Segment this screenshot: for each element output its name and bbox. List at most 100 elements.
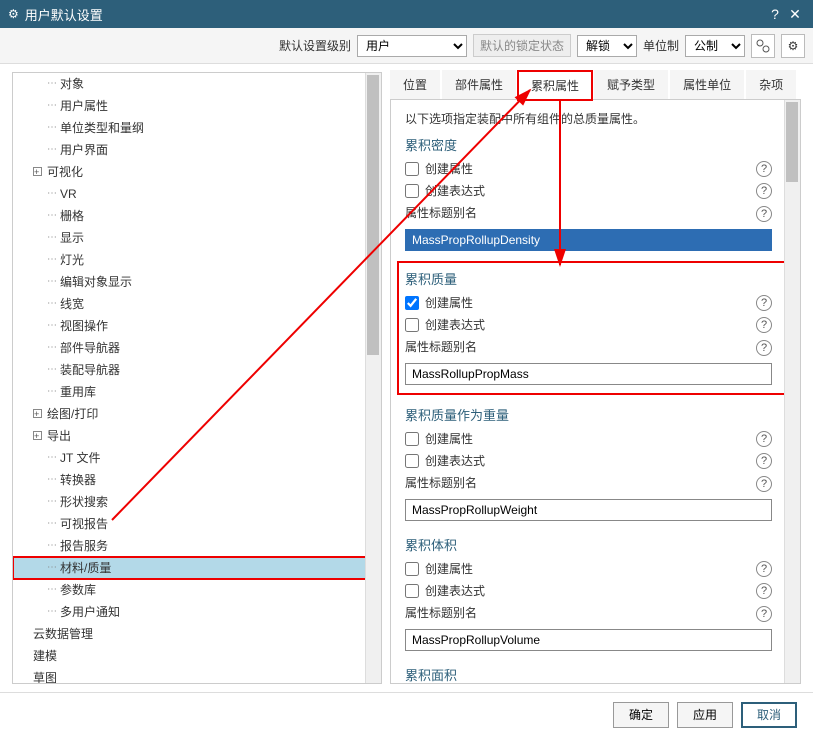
tree-item-label: 可视报告: [60, 515, 108, 533]
tab[interactable]: 累积属性: [518, 71, 592, 100]
alias-label: 属性标题别名: [405, 604, 756, 621]
find-icon[interactable]: [751, 34, 775, 58]
checkbox-create_attr[interactable]: 创建属性: [405, 560, 756, 577]
tree-item[interactable]: ⋯用户界面: [13, 139, 381, 161]
tree-item[interactable]: ⋯部件导航器: [13, 337, 381, 359]
help-icon[interactable]: ?: [756, 161, 772, 177]
unit-label: 单位制: [643, 37, 679, 54]
lock-select[interactable]: 解锁: [577, 35, 637, 57]
nav-tree[interactable]: ⋯对象⋯用户属性⋯单位类型和量纲⋯用户界面可视化⋯VR⋯栅格⋯显示⋯灯光⋯编辑对…: [12, 72, 382, 684]
help-icon[interactable]: ?: [756, 476, 772, 492]
apply-button[interactable]: 应用: [677, 702, 733, 728]
tree-item[interactable]: ⋯多用户通知: [13, 601, 381, 623]
tab[interactable]: 位置: [390, 70, 440, 99]
alias-input[interactable]: [405, 499, 772, 521]
tree-item[interactable]: 导出: [13, 425, 381, 447]
tree-item-label: 装配导航器: [60, 361, 120, 379]
tree-item-label: 用户界面: [60, 141, 108, 159]
tree-scrollbar[interactable]: [365, 73, 381, 683]
checkbox-input[interactable]: [405, 318, 419, 332]
tree-item-label: 参数库: [60, 581, 96, 599]
checkbox-input[interactable]: [405, 184, 419, 198]
tree-item[interactable]: ⋯用户属性: [13, 95, 381, 117]
cancel-button[interactable]: 取消: [741, 702, 797, 728]
help-icon[interactable]: ?: [756, 340, 772, 356]
tree-item-label: 对象: [60, 75, 84, 93]
tree-item[interactable]: ⋯材料/质量: [13, 557, 381, 579]
tree-item[interactable]: ⋯转换器: [13, 469, 381, 491]
help-icon[interactable]: ?: [756, 583, 772, 599]
checkbox-input[interactable]: [405, 432, 419, 446]
help-icon[interactable]: ?: [765, 6, 785, 22]
checkbox-create_expr[interactable]: 创建表达式: [405, 182, 756, 199]
checkbox-create_attr[interactable]: 创建属性: [405, 430, 756, 447]
checkbox-input[interactable]: [405, 296, 419, 310]
help-icon[interactable]: ?: [756, 206, 772, 222]
close-icon[interactable]: ✕: [785, 6, 805, 23]
tree-item-label: 导出: [47, 427, 71, 445]
tree-item-label: 草图: [33, 669, 57, 684]
tab[interactable]: 部件属性: [442, 70, 516, 99]
titlebar: ⚙ 用户默认设置 ? ✕: [0, 0, 813, 28]
checkbox-create_expr[interactable]: 创建表达式: [405, 452, 756, 469]
ok-button[interactable]: 确定: [613, 702, 669, 728]
tree-item[interactable]: 建模: [13, 645, 381, 667]
help-icon[interactable]: ?: [756, 317, 772, 333]
tree-item[interactable]: ⋯单位类型和量纲: [13, 117, 381, 139]
checkbox-input[interactable]: [405, 162, 419, 176]
tab[interactable]: 属性单位: [670, 70, 744, 99]
help-icon[interactable]: ?: [756, 606, 772, 622]
tree-item[interactable]: ⋯重用库: [13, 381, 381, 403]
help-icon[interactable]: ?: [756, 295, 772, 311]
checkbox-input[interactable]: [405, 562, 419, 576]
help-icon[interactable]: ?: [756, 183, 772, 199]
tree-item-label: 云数据管理: [33, 625, 93, 643]
tree-item[interactable]: 可视化: [13, 161, 381, 183]
level-select[interactable]: 用户: [357, 35, 467, 57]
tree-item-label: 多用户通知: [60, 603, 120, 621]
tree-item[interactable]: ⋯报告服务: [13, 535, 381, 557]
help-icon[interactable]: ?: [756, 561, 772, 577]
tree-item-label: 报告服务: [60, 537, 108, 555]
tree-item[interactable]: ⋯JT 文件: [13, 447, 381, 469]
tab[interactable]: 杂项: [746, 70, 796, 99]
section-title: 累积质量作为重量: [405, 405, 772, 424]
tree-item-label: 重用库: [60, 383, 96, 401]
tree-item[interactable]: ⋯视图操作: [13, 315, 381, 337]
tree-item[interactable]: ⋯VR: [13, 183, 381, 205]
tree-item[interactable]: ⋯线宽: [13, 293, 381, 315]
section-title: 累积密度: [405, 135, 772, 154]
alias-label: 属性标题别名: [405, 204, 756, 221]
help-icon[interactable]: ?: [756, 431, 772, 447]
tree-item[interactable]: 草图: [13, 667, 381, 684]
alias-input[interactable]: [405, 629, 772, 651]
tree-item-label: 视图操作: [60, 317, 108, 335]
checkbox-create_attr[interactable]: 创建属性: [405, 294, 756, 311]
tree-item[interactable]: ⋯编辑对象显示: [13, 271, 381, 293]
tree-item[interactable]: ⋯对象: [13, 73, 381, 95]
checkbox-create_attr[interactable]: 创建属性: [405, 160, 756, 177]
tree-item[interactable]: ⋯形状搜索: [13, 491, 381, 513]
checkbox-create_expr[interactable]: 创建表达式: [405, 316, 756, 333]
tree-item[interactable]: ⋯栅格: [13, 205, 381, 227]
tree-item[interactable]: ⋯可视报告: [13, 513, 381, 535]
alias-input[interactable]: [405, 229, 772, 251]
unit-select[interactable]: 公制: [685, 35, 745, 57]
tree-item[interactable]: ⋯装配导航器: [13, 359, 381, 381]
checkbox-create_expr[interactable]: 创建表达式: [405, 582, 756, 599]
tree-item[interactable]: ⋯显示: [13, 227, 381, 249]
tree-item[interactable]: 云数据管理: [13, 623, 381, 645]
property-section: 累积体积创建属性?创建表达式?属性标题别名?: [405, 535, 792, 651]
checkbox-input[interactable]: [405, 584, 419, 598]
tree-item[interactable]: ⋯灯光: [13, 249, 381, 271]
tree-item[interactable]: 绘图/打印: [13, 403, 381, 425]
tree-item[interactable]: ⋯参数库: [13, 579, 381, 601]
checkbox-input[interactable]: [405, 454, 419, 468]
content-panel: 以下选项指定装配中所有组件的总质量属性。 累积密度创建属性?创建表达式?属性标题…: [390, 100, 801, 684]
alias-input[interactable]: [405, 363, 772, 385]
help-icon[interactable]: ?: [756, 453, 772, 469]
tab[interactable]: 赋予类型: [594, 70, 668, 99]
settings-icon[interactable]: ⚙: [781, 34, 805, 58]
content-scrollbar[interactable]: [784, 100, 800, 683]
tree-item-label: 部件导航器: [60, 339, 120, 357]
